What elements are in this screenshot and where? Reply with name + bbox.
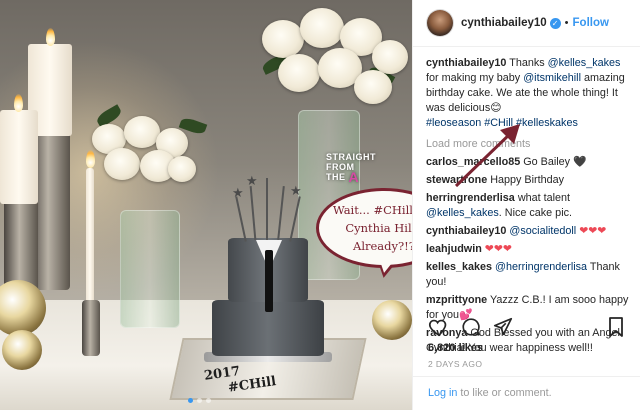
mention-link[interactable]: @itsmikehill [523, 72, 581, 84]
carousel-dot [206, 398, 211, 403]
black-heart-emoji: 🖤 [573, 156, 587, 168]
likes-count[interactable]: 6,820 likes [428, 342, 483, 354]
carousel-indicator [188, 398, 211, 403]
comment-username[interactable]: herringrenderlisa [426, 192, 515, 204]
comment-username[interactable]: carlos_marcello85 [426, 156, 520, 168]
mention-link[interactable]: @kelles_kakes [548, 57, 621, 69]
crystal-decor [2, 330, 42, 370]
carousel-dot [188, 398, 193, 403]
hashtag-link[interactable]: #kelleskakes [516, 117, 578, 129]
taper-candle [86, 168, 94, 318]
comment-username[interactable]: kelles_kakes [426, 261, 492, 273]
comment-icon[interactable] [460, 316, 482, 338]
login-prompt-text: to like or comment. [457, 387, 552, 399]
comment-item: herringrenderlisa what talent @kelles_ka… [426, 192, 572, 219]
comment-username[interactable]: leahjudwin [426, 243, 482, 255]
avatar[interactable] [427, 10, 453, 36]
star-topper-icon: ★ [246, 173, 258, 188]
candle-flame [86, 150, 95, 168]
mention-link[interactable]: @kelles_kakes [426, 207, 499, 219]
share-icon[interactable] [492, 316, 514, 338]
comment-item: cynthiabailey10 @socialitedoll ❤❤❤ [426, 224, 634, 239]
action-bar [428, 316, 524, 338]
candle-flame [14, 94, 23, 112]
login-prompt: Log in to like or comment. [412, 376, 640, 410]
post-caption: cynthiabailey10 Thanks @kelles_kakes for… [426, 57, 625, 129]
candle-flame [46, 28, 55, 46]
carousel-dot [197, 398, 202, 403]
post-header: cynthiabailey10 ✓ • Follow [413, 0, 640, 47]
flower-vase [120, 210, 180, 328]
comment-item: carlos_marcello85 Go Bailey 🖤 [426, 156, 587, 168]
red-hearts-emoji: ❤❤❤ [579, 225, 607, 237]
pillar-candle [0, 110, 38, 204]
crystal-decor [372, 300, 412, 340]
star-topper-icon: ★ [290, 183, 302, 198]
login-link[interactable]: Log in [428, 387, 457, 399]
cake-tie [265, 250, 273, 312]
comments-list: cynthiabailey10 Thanks @kelles_kakes for… [426, 56, 634, 359]
speech-bubble-tail-inner [378, 261, 392, 274]
header-separator: • [564, 17, 569, 29]
watermark: STRAIGHT FROM THE A [326, 152, 376, 185]
caption-username[interactable]: cynthiabailey10 [426, 57, 506, 69]
load-more-comments-button[interactable]: Load more comments [426, 137, 634, 152]
red-hearts-emoji: ❤❤❤ [484, 243, 512, 255]
mention-link[interactable]: @socialitedoll [509, 225, 576, 237]
smile-emoji: 😊 [490, 102, 502, 114]
candle-holder [82, 300, 100, 356]
header-username[interactable]: cynthiabailey10 [461, 17, 547, 29]
comment-username[interactable]: stewartrone [426, 174, 487, 186]
comment-username[interactable]: mzprittyone [426, 294, 487, 306]
hashtag-link[interactable]: #CHill [484, 117, 513, 129]
follow-button[interactable]: Follow [573, 17, 609, 29]
comment-item: leahjudwin ❤❤❤ [426, 242, 634, 257]
verified-icon: ✓ [549, 17, 561, 29]
heart-icon[interactable] [428, 316, 450, 338]
mention-link[interactable]: @herringrenderlisa [495, 261, 587, 273]
star-topper-icon: ★ [232, 185, 244, 200]
hashtag-link[interactable]: #leoseason [426, 117, 481, 129]
watermark-logo-icon: A [348, 169, 360, 185]
comment-item: kelles_kakes @herringrenderlisa Thank yo… [426, 261, 620, 288]
bookmark-icon[interactable] [606, 316, 626, 338]
comment-username[interactable]: cynthiabailey10 [426, 225, 506, 237]
post-timestamp[interactable]: 2 DAYS AGO [428, 359, 482, 369]
comment-item: stewartrone Happy Birthday [426, 174, 565, 186]
